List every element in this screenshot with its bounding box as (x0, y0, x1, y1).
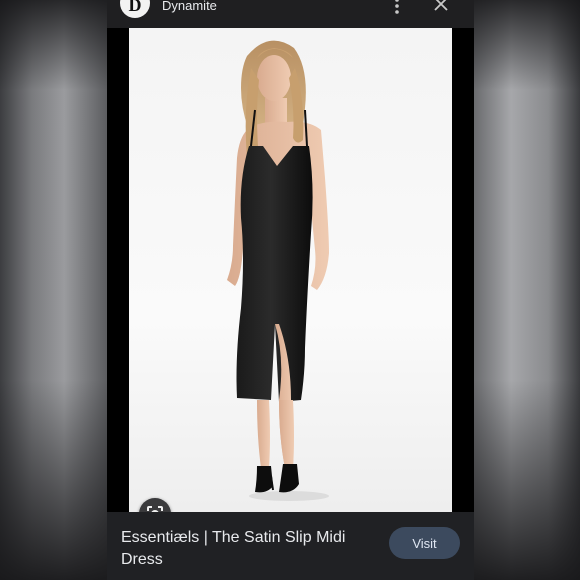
brand-initial: D (128, 0, 142, 15)
google-lens-icon (147, 506, 163, 512)
more-options-button[interactable] (389, 0, 405, 18)
close-button[interactable] (431, 0, 451, 16)
close-icon (434, 0, 448, 11)
brand-name[interactable]: Dynamite (162, 0, 217, 13)
model-in-black-slip-dress-image (227, 40, 329, 501)
viewer-topbar: D Dynamite (107, 0, 474, 28)
visit-button[interactable]: Visit (389, 527, 460, 559)
product-photo[interactable] (129, 28, 452, 512)
more-vertical-icon (395, 0, 399, 14)
product-title[interactable]: Essentiæls | The Satin Slip Midi Dress (121, 527, 371, 571)
brand-avatar[interactable]: D (120, 0, 150, 18)
image-viewer-card: D Dynamite Essentiæls | The Satin Slip M… (107, 0, 474, 580)
result-info-bar: Essentiæls | The Satin Slip Midi Dress V… (107, 512, 474, 580)
